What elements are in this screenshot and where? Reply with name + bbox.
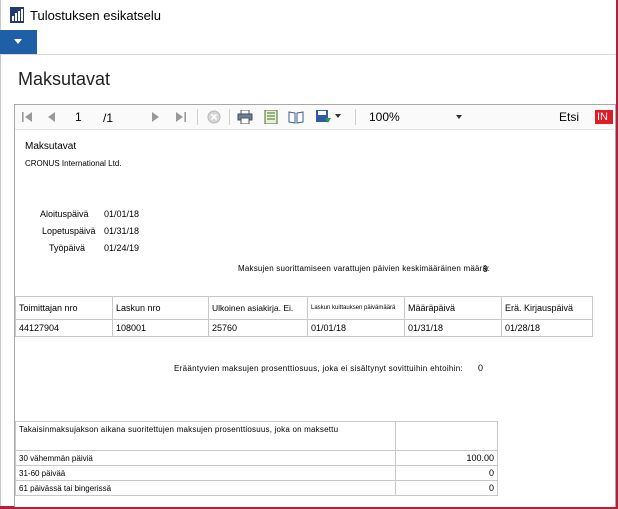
table-cell: 108001 bbox=[112, 319, 209, 337]
table-row: 61 päivässä tai bingerissä 0 bbox=[15, 480, 498, 496]
report-toolbar: /1 100% Etsi IN bbox=[15, 105, 614, 130]
zoom-select[interactable]: 100% bbox=[363, 107, 463, 126]
column-header: Määräpäivä bbox=[404, 296, 502, 320]
table-row: 44127904 108001 25760 01/01/18 01/31/18 … bbox=[15, 319, 593, 337]
average-days-value: 9 bbox=[483, 264, 489, 274]
toolbar-separator bbox=[355, 109, 356, 125]
window-title: Tulostuksen esikatselu bbox=[30, 8, 162, 23]
overdue-percentage-value: 0 bbox=[478, 363, 484, 373]
stop-icon[interactable] bbox=[207, 110, 221, 124]
previous-page-icon[interactable] bbox=[46, 110, 56, 124]
next-page-icon[interactable] bbox=[151, 110, 161, 124]
overdue-percentage-label: Erääntyvien maksujen prosenttiosuus, jok… bbox=[174, 364, 464, 373]
title-bar: Tulostuksen esikatselu bbox=[0, 0, 616, 30]
find-next-button[interactable]: IN bbox=[595, 110, 613, 124]
toolbar-separator bbox=[229, 109, 230, 125]
toolbar-separator bbox=[197, 109, 198, 125]
column-header: Laskun kuittauksen päivämäärä bbox=[307, 296, 405, 320]
page-total: /1 bbox=[103, 111, 114, 125]
export-dropdown-icon[interactable] bbox=[335, 114, 341, 128]
print-icon[interactable] bbox=[237, 110, 253, 124]
table-cell: 0 bbox=[395, 465, 498, 481]
table-cell: 0 bbox=[395, 480, 498, 496]
page-setup-icon[interactable] bbox=[288, 110, 304, 124]
app-icon bbox=[10, 7, 24, 23]
table-cell: 31-60 päivää bbox=[15, 465, 396, 481]
export-icon[interactable] bbox=[316, 110, 332, 124]
table-row: 30 vähemmän päiviä 100.00 bbox=[15, 450, 498, 466]
window-border-left bbox=[0, 0, 1, 509]
table-cell: 25760 bbox=[208, 319, 308, 337]
find-button[interactable]: Etsi bbox=[559, 110, 579, 124]
payments-table: Toimittajan nro Laskun nro Ulkoinen asia… bbox=[15, 296, 593, 337]
table-header-row: Toimittajan nro Laskun nro Ulkoinen asia… bbox=[15, 296, 593, 320]
end-date-label: Lopetuspäivä bbox=[42, 226, 96, 236]
table-cell: 01/01/18 bbox=[307, 319, 405, 337]
column-header: Erä. Kirjauspäivä bbox=[501, 296, 593, 320]
report-title: Maksutavat bbox=[25, 141, 77, 152]
payment-summary-table: Takaisinmaksujakson aikana suoritettujen… bbox=[15, 421, 498, 496]
table-cell: 30 vähemmän päiviä bbox=[15, 450, 396, 466]
divider bbox=[0, 54, 616, 55]
chevron-down-icon bbox=[14, 39, 22, 44]
first-page-icon[interactable] bbox=[21, 110, 33, 124]
page-number-input[interactable] bbox=[75, 109, 105, 125]
work-date-value: 01/24/19 bbox=[104, 243, 140, 253]
chevron-down-icon bbox=[456, 115, 462, 119]
table-cell: 61 päivässä tai bingerissä bbox=[15, 480, 396, 496]
summary-header: Takaisinmaksujakson aikana suoritettujen… bbox=[15, 421, 396, 451]
column-header: Laskun nro bbox=[112, 296, 209, 320]
start-date-label: Aloituspäivä bbox=[40, 209, 89, 219]
find-input[interactable] bbox=[484, 108, 554, 126]
table-row: 31-60 päivää 0 bbox=[15, 465, 498, 481]
column-header: Ulkoinen asiakirja. Ei. bbox=[208, 296, 308, 320]
work-date-label: Työpäivä bbox=[49, 243, 86, 253]
page-title: Maksutavat bbox=[18, 69, 111, 89]
table-cell bbox=[395, 421, 498, 451]
action-bar bbox=[0, 30, 616, 54]
table-cell: 01/28/18 bbox=[501, 319, 593, 337]
summary-header-row: Takaisinmaksujakson aikana suoritettujen… bbox=[15, 421, 498, 451]
table-cell: 44127904 bbox=[15, 319, 113, 337]
average-days-label: Maksujen suorittamiseen varattujen päivi… bbox=[238, 264, 490, 273]
column-header: Toimittajan nro bbox=[15, 296, 113, 320]
table-cell: 01/31/18 bbox=[404, 319, 502, 337]
actions-dropdown-button[interactable] bbox=[0, 30, 37, 54]
start-date-value: 01/01/18 bbox=[104, 209, 140, 219]
company-name: CRONUS International Ltd. bbox=[25, 159, 122, 168]
last-page-icon[interactable] bbox=[175, 110, 187, 124]
table-cell: 100.00 bbox=[395, 450, 498, 466]
page-layout-icon[interactable] bbox=[264, 110, 278, 124]
end-date-value: 01/31/18 bbox=[104, 226, 140, 236]
